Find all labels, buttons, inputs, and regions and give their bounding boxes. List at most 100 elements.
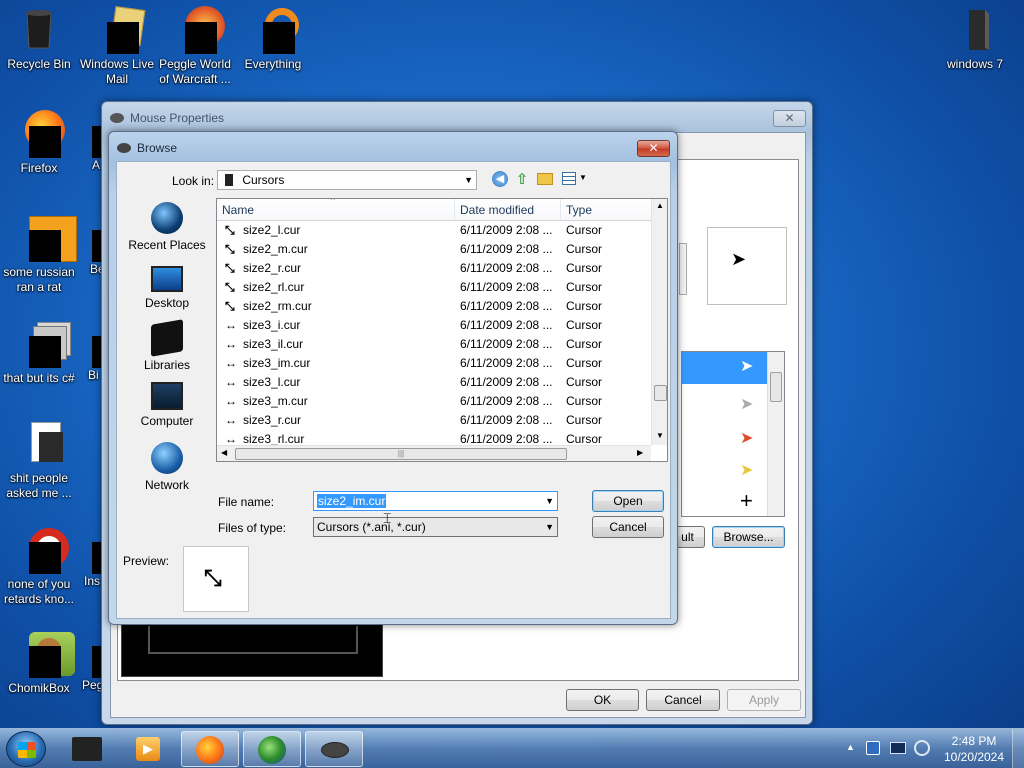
scroll-thumb[interactable]: ||| <box>235 448 567 460</box>
taskbar-internet-download-manager[interactable] <box>243 731 301 767</box>
scroll-left-arrow-icon[interactable]: ◀ <box>221 448 227 457</box>
place-label: Libraries <box>143 358 191 372</box>
scroll-up-arrow-icon[interactable]: ▲ <box>656 201 664 210</box>
show-desktop-button[interactable] <box>1012 729 1024 768</box>
file-row[interactable]: ↔ size3_il.cur 6/11/2009 2:08 ... Cursor <box>217 335 651 354</box>
file-row[interactable]: ↔ size3_im.cur 6/11/2009 2:08 ... Cursor <box>217 354 651 373</box>
file-row[interactable]: ↔ size3_l.cur 6/11/2009 2:08 ... Cursor <box>217 373 651 392</box>
taskbar: ▶ ▲ 2:48 PM 10/20/2024 <box>0 728 1024 768</box>
taskbar-media-player[interactable]: ▶ <box>120 731 178 767</box>
tray-show-hidden-icon[interactable]: ▲ <box>846 742 855 752</box>
desktop-icon-windows7[interactable]: windows 7 <box>936 6 1014 72</box>
column-header-type[interactable]: Type <box>561 199 653 221</box>
file-row[interactable]: ↔ size3_m.cur 6/11/2009 2:08 ... Cursor <box>217 392 651 411</box>
clock-date[interactable]: 10/20/2024 <box>940 750 1008 764</box>
place-network[interactable]: Network <box>117 442 217 492</box>
file-row[interactable]: ⤡ size2_rm.cur 6/11/2009 2:08 ... Cursor <box>217 297 651 316</box>
clock-time[interactable]: 2:48 PM <box>948 734 1000 748</box>
file-row[interactable]: ⤡ size2_m.cur 6/11/2009 2:08 ... Cursor <box>217 240 651 259</box>
desktop-icon-recycle-bin[interactable]: Recycle Bin <box>0 6 78 72</box>
chevron-down-icon: ▼ <box>464 175 473 185</box>
files-of-type-label: Files of type: <box>218 521 287 535</box>
file-list[interactable]: Name ^ Date modified Type ⤡ size2_l.cur 6/… <box>216 198 668 462</box>
desktop-icon-windows-live-mail[interactable]: Windows Live Mail <box>78 6 156 87</box>
place-label: Desktop <box>144 296 190 310</box>
ok-button[interactable]: OK <box>566 689 639 711</box>
file-name-value[interactable]: size2_im.cur <box>317 494 387 508</box>
column-header-date[interactable]: Date modified <box>455 199 561 221</box>
browse-button[interactable]: Browse... <box>712 526 785 548</box>
taskbar-explorer[interactable] <box>58 731 116 767</box>
scroll-right-arrow-icon[interactable]: ▶ <box>637 448 643 457</box>
browse-client: Look in: Cursors ▼ ◀ ⇧ ▼ Recent Places D… <box>116 161 671 619</box>
desktop-icon-peggle[interactable]: Peggle World of Warcraft ... <box>156 6 234 87</box>
file-type-cell: Cursor <box>566 299 603 313</box>
cancel-button[interactable]: Cancel <box>646 689 720 711</box>
file-row[interactable]: ↔ size3_rl.cur 6/11/2009 2:08 ... Cursor <box>217 430 651 445</box>
file-date-cell: 6/11/2009 2:08 ... <box>460 318 553 332</box>
file-row[interactable]: ⤡ size2_rl.cur 6/11/2009 2:08 ... Cursor <box>217 278 651 297</box>
file-list-vertical-scrollbar[interactable]: ▲ ▼ <box>651 199 667 445</box>
desktop-icon-shit-people[interactable]: shit people asked me ... <box>0 420 78 501</box>
chomikbox-icon <box>15 630 75 678</box>
desktop-icon-some-russian[interactable]: some russian ran a rat <box>0 214 78 295</box>
file-row[interactable]: ⤡ size2_l.cur 6/11/2009 2:08 ... Cursor <box>217 221 651 240</box>
files-of-type-combo[interactable]: Cursors (*.ani, *.cur) ▼ <box>313 517 558 537</box>
mouse-properties-close-button[interactable]: ✕ <box>773 110 806 127</box>
file-name-cell: size3_m.cur <box>243 394 308 408</box>
place-recent-places[interactable]: Recent Places <box>117 202 217 252</box>
new-folder-icon[interactable] <box>537 173 553 185</box>
tray-volume-icon[interactable] <box>914 740 930 756</box>
view-menu-icon[interactable]: ▼ <box>562 172 588 186</box>
recent-places-icon <box>151 202 183 234</box>
file-row[interactable]: ↔ size3_r.cur 6/11/2009 2:08 ... Cursor <box>217 411 651 430</box>
everything-icon <box>249 6 299 54</box>
browse-dialog: Browse ✕ Look in: Cursors ▼ ◀ ⇧ ▼ Recent… <box>108 131 678 625</box>
up-folder-icon[interactable]: ⇧ <box>514 170 530 188</box>
file-list-horizontal-scrollbar[interactable]: ◀ ||| ▶ <box>217 445 651 461</box>
libraries-icon <box>151 319 183 357</box>
tray-app-icon[interactable] <box>866 741 880 755</box>
desktop-icon-everything[interactable]: Everything <box>234 6 312 72</box>
taskbar-firefox[interactable] <box>181 731 239 767</box>
desktop-icon-chomikbox[interactable]: ChomikBox <box>0 630 78 696</box>
preview-box: ⤡ <box>183 546 249 612</box>
browse-close-button[interactable]: ✕ <box>637 140 670 157</box>
desktop-icon-label: Windows Live Mail <box>79 57 155 86</box>
desktop-icon-label: Recycle Bin <box>7 57 71 71</box>
desktop-icon-label: Everything <box>244 57 302 71</box>
cancel-button[interactable]: Cancel <box>592 516 664 538</box>
file-row[interactable]: ↔ size3_i.cur 6/11/2009 2:08 ... Cursor <box>217 316 651 335</box>
place-libraries[interactable]: Libraries <box>117 319 217 372</box>
desktop-icon-label: shit people asked me ... <box>6 471 72 500</box>
place-computer[interactable]: Computer <box>117 382 217 428</box>
file-name-combo[interactable]: size2_im.cur ▼ <box>313 491 558 511</box>
cursor-scheme-list[interactable]: ➤ ➤ ➤ ➤ + <box>681 351 785 517</box>
cursor-file-icon: ↔ <box>225 432 237 445</box>
file-row[interactable]: ⤡ size2_r.cur 6/11/2009 2:08 ... Cursor <box>217 259 651 278</box>
desktop-icon-that-but-its[interactable]: that but its c# <box>0 320 78 386</box>
back-icon[interactable]: ◀ <box>492 171 508 187</box>
desktop-icon-firefox[interactable]: Firefox <box>0 110 78 176</box>
cursor-file-icon: ↔ <box>225 375 237 389</box>
cursor-file-icon: ↔ <box>225 394 237 408</box>
download-manager-icon <box>258 736 286 764</box>
cursor-file-icon: ↔ <box>225 337 237 351</box>
place-desktop[interactable]: Desktop <box>117 262 217 310</box>
list-scrollbar[interactable] <box>767 352 784 516</box>
file-type-cell: Cursor <box>566 280 603 294</box>
scroll-thumb[interactable] <box>654 385 667 401</box>
taskbar-mouse-properties[interactable] <box>305 731 363 767</box>
column-header-name[interactable]: Name <box>217 199 455 221</box>
mouse-icon <box>321 742 349 758</box>
file-type-cell: Cursor <box>566 242 603 256</box>
cursor-file-icon: ↔ <box>225 318 237 332</box>
start-button[interactable] <box>6 731 46 767</box>
open-button[interactable]: Open <box>592 490 664 512</box>
opera-like-icon <box>15 526 69 574</box>
tray-network-icon[interactable] <box>890 742 906 754</box>
look-in-combo[interactable]: Cursors ▼ <box>217 170 477 190</box>
scroll-down-arrow-icon[interactable]: ▼ <box>656 431 664 440</box>
desktop-icon-none-of-you[interactable]: none of you retards kno... <box>0 526 78 607</box>
spin-control[interactable] <box>679 243 687 295</box>
